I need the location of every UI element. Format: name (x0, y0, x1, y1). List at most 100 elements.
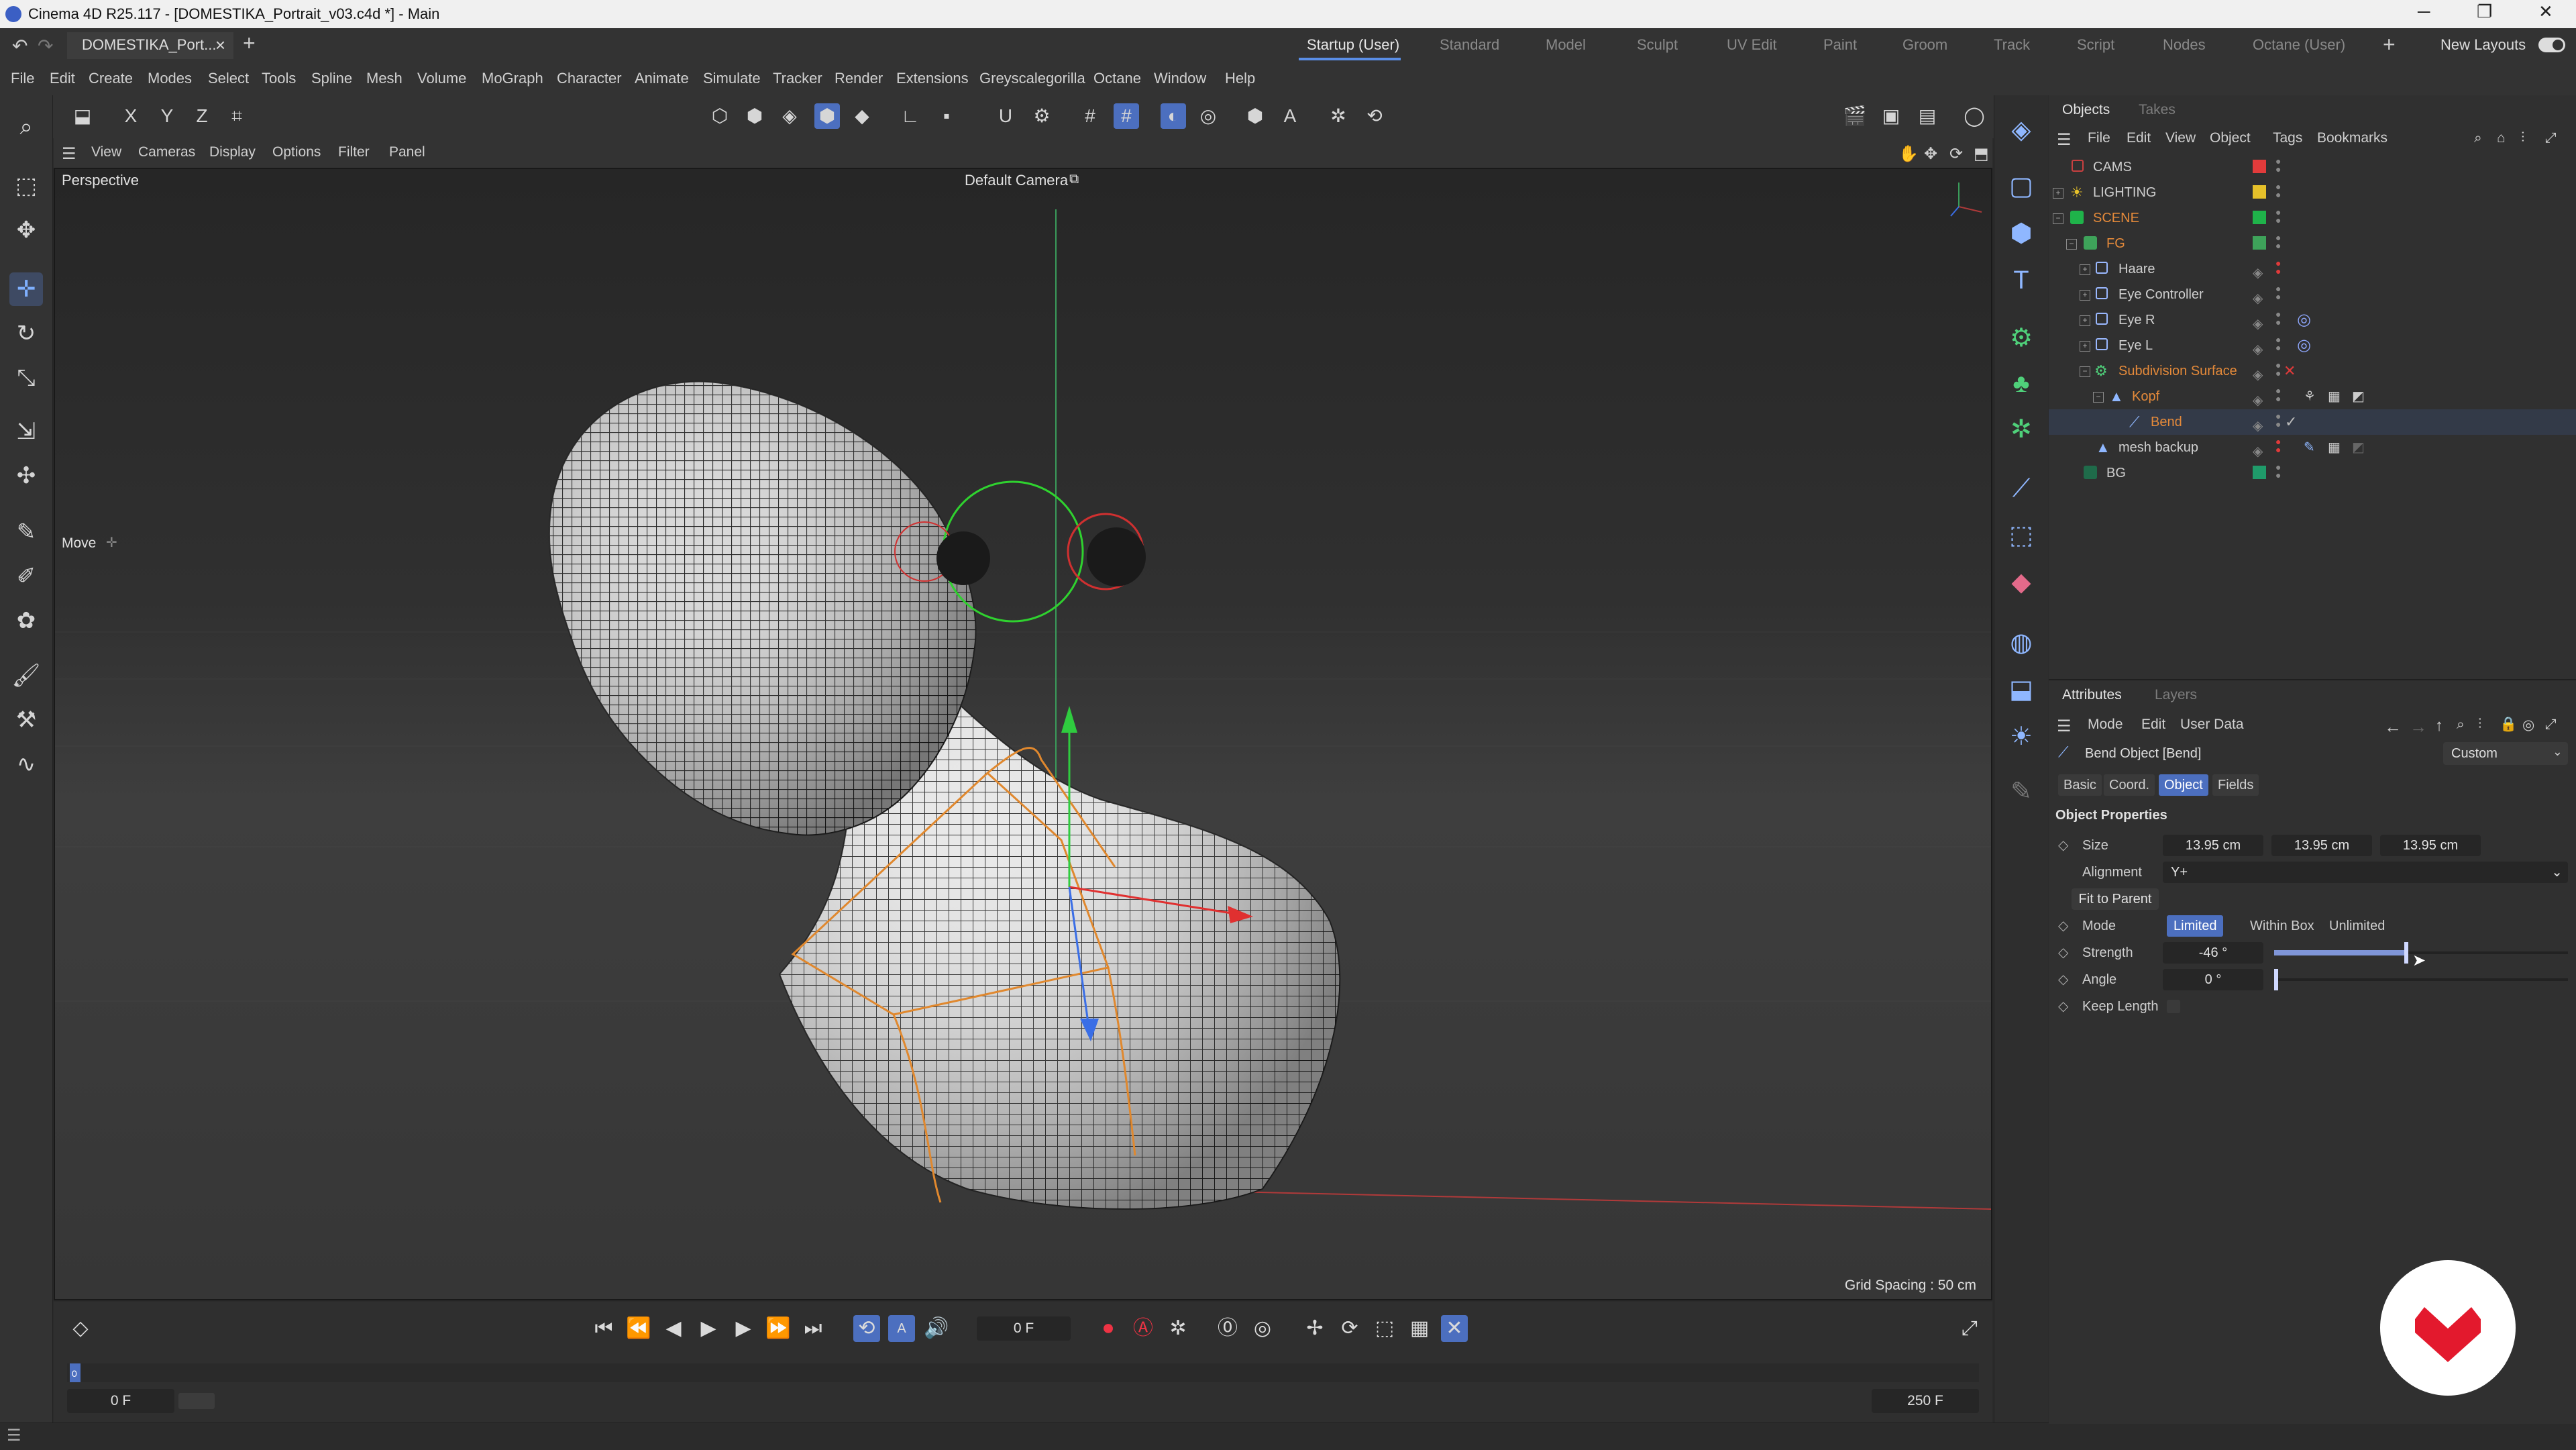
playhead[interactable]: 0 (70, 1363, 80, 1382)
volume-icon[interactable]: ◆ (2004, 565, 2039, 600)
enabled-check-icon[interactable]: ✓ (2285, 409, 2297, 435)
add-layout-icon[interactable]: + (2383, 32, 2396, 57)
snap-icon[interactable]: U (993, 103, 1018, 129)
new-panel-icon[interactable]: ◎ (2522, 717, 2534, 733)
render-active-view-icon[interactable]: 🎬 (1842, 103, 1868, 129)
forward-arrow-icon[interactable]: → (2410, 717, 2427, 737)
objects-search-icon[interactable]: ⌕ (2474, 130, 2482, 146)
menu-mograph[interactable]: MoGraph (482, 70, 543, 87)
keyframe-icon[interactable]: ◇ (67, 1315, 94, 1342)
edit-icon[interactable]: ✎ (2004, 774, 2039, 809)
document-tab[interactable]: DOMESTIKA_Port... × (67, 32, 233, 59)
menu-edit[interactable]: Edit (50, 70, 75, 87)
tag-icon-1[interactable]: ✎ (2304, 435, 2315, 460)
layout-groom[interactable]: Groom (1902, 36, 1947, 54)
layout-standard[interactable]: Standard (1440, 36, 1499, 54)
visibility-dots[interactable]: ● ● (2275, 156, 2281, 174)
edit-render-settings-icon[interactable]: ▤ (1915, 103, 1940, 129)
menu-modes[interactable]: Modes (148, 70, 192, 87)
layout-paint[interactable]: Paint (1823, 36, 1857, 54)
expand-toggle[interactable]: − (2053, 213, 2063, 224)
start-frame-field[interactable]: 0 F (67, 1389, 174, 1413)
record-param-icon[interactable]: ⬚ (1371, 1315, 1398, 1342)
render-view-icon[interactable]: ⬢ (1242, 103, 1268, 129)
goto-end-icon[interactable]: ⏭ (800, 1315, 826, 1342)
selection-tool-icon[interactable]: ⬚ (9, 169, 43, 203)
objects-expand-icon[interactable]: ⤢ (2545, 130, 2557, 146)
angle-slider-track[interactable] (2274, 969, 2568, 990)
record-position-icon[interactable]: ✢ (1301, 1315, 1328, 1342)
viewport-menu-filter[interactable]: Filter (338, 144, 370, 160)
viewport-hamburger-icon[interactable]: ☰ (62, 144, 76, 164)
layer-color-swatch[interactable] (2253, 160, 2266, 173)
object-name[interactable]: LIGHTING (2093, 180, 2156, 205)
mode-limited[interactable]: Limited (2167, 915, 2224, 937)
record-icon[interactable]: ⏺ (1095, 1315, 1122, 1342)
pan-view-icon[interactable]: ✋ (1898, 144, 1919, 164)
keyframe-selection-icon[interactable]: ✲ (1165, 1315, 1191, 1342)
axis-mode-icon[interactable]: ∟ (898, 103, 923, 129)
angle-slider-handle[interactable] (2274, 969, 2278, 990)
spline-sketch-icon[interactable]: ✐ (9, 560, 43, 593)
tree-row-haare[interactable]: + Haare ◈ ● ● (2049, 256, 2576, 282)
tree-row-lighting[interactable]: + ☀ LIGHTING ● ● (2049, 180, 2576, 205)
interpolation-icon[interactable]: ✕ (1441, 1315, 1468, 1342)
menu-animate[interactable]: Animate (635, 70, 689, 87)
tag-icon-3[interactable]: ◩ (2352, 435, 2365, 460)
layout-sculpt[interactable]: Sculpt (1637, 36, 1678, 54)
attributes-menu-user-data[interactable]: User Data (2180, 717, 2244, 733)
tree-row-eye-r[interactable]: + Eye R ◈ ● ● ◎ (2049, 307, 2576, 333)
end-frame-field[interactable]: 250 F (1872, 1389, 1979, 1413)
attributes-menu-edit[interactable]: Edit (2141, 717, 2165, 733)
next-key-icon[interactable]: ⏩ (765, 1315, 792, 1342)
visibility-dots[interactable]: ● ● (2275, 233, 2281, 250)
visibility-dots[interactable]: ● ● (2275, 360, 2281, 378)
subtab-object[interactable]: Object (2159, 774, 2208, 796)
timeline-ruler[interactable]: 0 (67, 1363, 1979, 1382)
expand-toggle[interactable]: + (2080, 341, 2090, 352)
light-icon[interactable]: ☀ (2004, 719, 2039, 754)
environment-icon[interactable]: ◍ (2004, 625, 2039, 660)
attributes-hamburger-icon[interactable]: ☰ (2057, 717, 2072, 736)
rotate-tool-icon[interactable]: ↻ (9, 317, 43, 350)
up-arrow-icon[interactable]: ↑ (2435, 717, 2443, 735)
edges-mode-icon[interactable]: ⬢ (742, 103, 767, 129)
expand-toggle[interactable]: + (2080, 290, 2090, 301)
generator-icon[interactable]: ⚙ (2004, 321, 2039, 356)
tree-row-eye-l[interactable]: + Eye L ◈ ● ● ◎ (2049, 333, 2576, 358)
workplane-icon[interactable]: # (1114, 103, 1139, 129)
object-name[interactable]: mesh backup (2118, 435, 2198, 460)
menu-simulate[interactable]: Simulate (703, 70, 761, 87)
tweak-tool-icon[interactable]: ✥ (9, 213, 43, 247)
menu-render[interactable]: Render (835, 70, 883, 87)
object-mode-icon[interactable]: ⬢ (814, 103, 840, 129)
objects-menu-file[interactable]: File (2088, 130, 2110, 146)
objects-home-icon[interactable]: ⌂ (2497, 130, 2506, 146)
tree-row-eye-controller[interactable]: + Eye Controller ◈ ● ● (2049, 282, 2576, 307)
search-icon[interactable]: ⌕ (9, 110, 43, 144)
viewport-solo-icon[interactable]: ◎ (1195, 103, 1221, 129)
size-y-field[interactable]: 13.95 cm (2271, 835, 2372, 856)
record-rotation-icon[interactable]: ◎ (1249, 1315, 1276, 1342)
play-icon[interactable]: ▶ (695, 1315, 722, 1342)
angle-field[interactable]: 0 ° (2163, 969, 2263, 990)
goto-start-icon[interactable]: ⏮ (590, 1315, 617, 1342)
menu-window[interactable]: Window (1154, 70, 1206, 87)
layout-uv-edit[interactable]: UV Edit (1727, 36, 1777, 54)
mode-within-box[interactable]: Within Box (2243, 915, 2321, 937)
preset-dropdown[interactable]: Custom ⌄ (2443, 742, 2568, 765)
maximize-view-icon[interactable]: ⬒ (1974, 144, 1989, 164)
object-name[interactable]: Eye L (2118, 333, 2153, 358)
menu-select[interactable]: Select (208, 70, 249, 87)
tag-icon-2[interactable]: ▦ (2328, 435, 2341, 460)
solo-icon[interactable]: ◐ (1161, 103, 1186, 129)
layer-color-swatch[interactable] (2253, 466, 2266, 479)
transfer-tool-icon[interactable]: ⇲ (9, 415, 43, 448)
tree-row-mesh-backup[interactable]: ▲ mesh backup ◈ ● ● ✎ ▦ ◩ (2049, 435, 2576, 460)
uv-mode-icon[interactable]: ◆ (849, 103, 875, 129)
object-name[interactable]: Haare (2118, 256, 2155, 282)
field-icon[interactable]: ⬚ (2004, 518, 2039, 553)
close-icon[interactable]: ✕ (2538, 1, 2553, 22)
attributes-filter-icon[interactable]: ⫶ (2478, 717, 2481, 733)
visibility-dots[interactable]: ● ● (2275, 335, 2281, 352)
